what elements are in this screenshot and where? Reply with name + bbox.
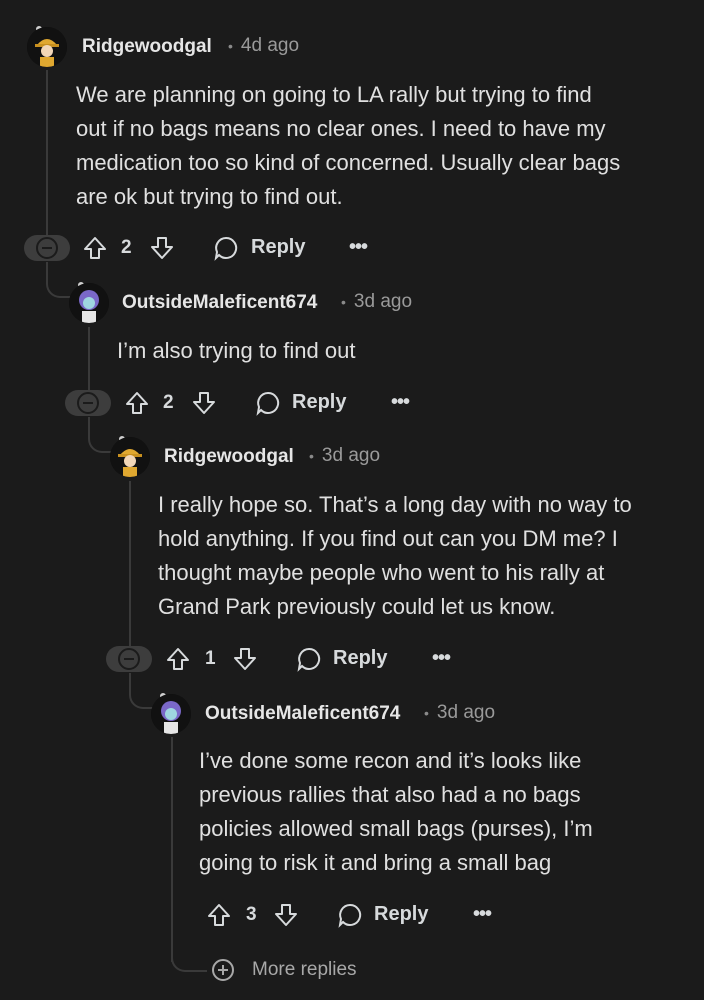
reply-bubble-icon[interactable] [255,390,281,416]
avatar-image-icon [69,283,109,323]
collapse-minus-icon [36,237,58,259]
collapse-thread-button[interactable] [24,235,70,261]
comment-age: 3d ago [353,291,413,312]
more-options-button[interactable]: ••• [432,647,451,670]
comment-line: previous rallies that also had a no bags [199,782,581,807]
comment-age: 3d ago [321,445,381,466]
comment-line: Grand Park previously could let us know. [158,594,556,619]
plus-circle-icon[interactable] [211,958,235,982]
more-options-button[interactable]: ••• [473,903,492,926]
more-options-button[interactable]: ••• [349,236,368,259]
reply-bubble-icon[interactable] [296,646,322,672]
vote-count: 3 [246,904,257,925]
reply-button[interactable]: Reply [333,647,387,670]
comment-line: We are planning on going to LA rally but… [76,82,592,107]
comment-line: I really hope so. That’s a long day with… [158,492,632,517]
reply-button[interactable]: Reply [374,903,428,926]
reply-bubble-icon[interactable] [337,902,363,928]
username[interactable]: OutsideMaleficent674 [205,703,400,724]
more-options-button[interactable]: ••• [391,391,410,414]
comment-line: medication too so kind of concerned. Usu… [76,150,621,175]
thread-line[interactable] [46,70,48,236]
vote-count: 2 [121,237,132,258]
meta-separator: • [309,448,314,464]
username[interactable]: OutsideMaleficent674 [122,292,317,313]
thread-line[interactable] [88,327,90,391]
username[interactable]: Ridgewoodgal [164,446,294,467]
comment-line: policies allowed small bags (purses), I’… [199,816,593,841]
avatar[interactable] [69,283,109,323]
thread-connector [46,262,70,298]
comment-age: 3d ago [436,702,496,723]
comment-body: I’ve done some recon and it’s looks like… [199,744,593,880]
comment-line: going to risk it and bring a small bag [199,850,552,875]
avatar[interactable] [151,694,191,734]
collapse-thread-button[interactable] [106,646,152,672]
reply-button[interactable]: Reply [292,391,346,414]
collapse-minus-icon [77,392,99,414]
upvote-icon[interactable] [124,390,150,416]
thread-line[interactable] [129,481,131,647]
comment-meta: • 3d ago [329,291,412,313]
meta-separator: • [228,38,233,54]
thread-connector [88,417,112,453]
avatar-image-icon [151,694,191,734]
more-replies-link[interactable]: More replies [252,959,357,981]
reply-button[interactable]: Reply [251,236,305,259]
thread-connector [171,940,207,972]
avatar[interactable] [27,27,67,67]
meta-separator: • [424,705,429,721]
vote-count: 2 [163,392,174,413]
avatar-image-icon [27,27,67,67]
comment-line: thought maybe people who went to his ral… [158,560,605,585]
thread-connector [129,673,153,709]
meta-separator: • [341,294,346,310]
vote-count: 1 [205,648,216,669]
comment-age: 4d ago [240,35,300,56]
collapse-thread-button[interactable] [65,390,111,416]
downvote-icon[interactable] [273,902,299,928]
upvote-icon[interactable] [206,902,232,928]
comment-line: out if no bags means no clear ones. I ne… [76,116,606,141]
comment-author[interactable]: Ridgewoodgal [82,36,212,58]
comment-line: hold anything. If you find out can you D… [158,526,618,551]
downvote-icon[interactable] [149,235,175,261]
comment-body: I’m also trying to find out [117,334,355,368]
comment-author[interactable]: OutsideMaleficent674 [122,292,317,314]
comment-body: We are planning on going to LA rally but… [76,78,620,214]
upvote-icon[interactable] [165,646,191,672]
comment-meta: • 3d ago [297,445,380,467]
username[interactable]: Ridgewoodgal [82,36,212,57]
comment-author[interactable]: Ridgewoodgal [164,446,294,468]
comment-line: are ok but trying to find out. [76,184,343,209]
downvote-icon[interactable] [191,390,217,416]
upvote-icon[interactable] [82,235,108,261]
downvote-icon[interactable] [232,646,258,672]
comment-author[interactable]: OutsideMaleficent674 [205,703,400,725]
avatar-image-icon [110,437,150,477]
comment-meta: • 4d ago [216,35,299,57]
comment-line: I’ve done some recon and it’s looks like [199,748,582,773]
avatar[interactable] [110,437,150,477]
collapse-minus-icon [118,648,140,670]
thread-line[interactable] [171,737,173,962]
comment-line: I’m also trying to find out [117,338,356,363]
reply-bubble-icon[interactable] [213,235,239,261]
comment-meta: • 3d ago [412,702,495,724]
comment-body: I really hope so. That’s a long day with… [158,488,632,624]
